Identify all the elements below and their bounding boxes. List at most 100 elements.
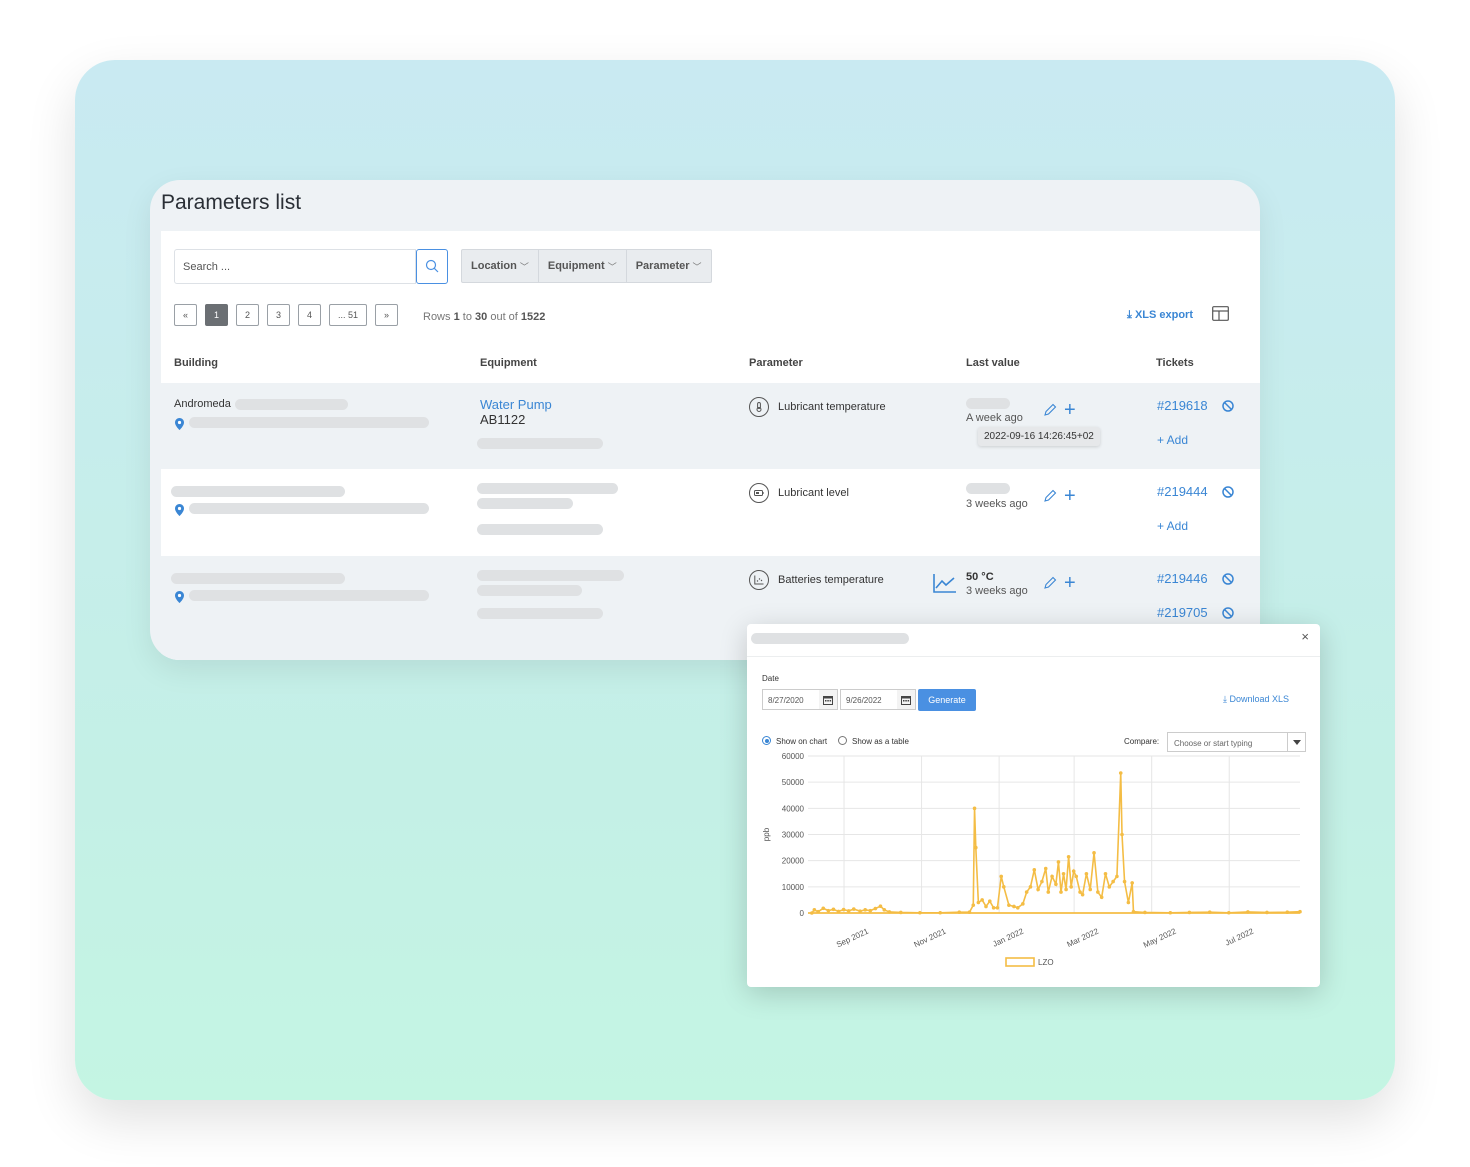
redacted-bar — [477, 483, 618, 494]
data-point — [1064, 887, 1068, 892]
page-button-3[interactable]: 3 — [267, 304, 290, 326]
page-prev-button[interactable]: « — [174, 304, 197, 326]
data-point — [1115, 874, 1119, 879]
redacted-bar — [189, 590, 429, 601]
ticket-link[interactable]: #219618 — [1157, 398, 1208, 413]
data-point — [1069, 885, 1073, 889]
filter-location[interactable]: Location ﹀ — [462, 250, 539, 282]
data-point — [984, 904, 988, 909]
date-from-input[interactable]: 8/27/2020 — [762, 689, 820, 710]
pencil-icon[interactable] — [1043, 576, 1057, 590]
data-point — [831, 907, 836, 912]
pencil-icon[interactable] — [1043, 403, 1057, 417]
data-point — [1059, 890, 1063, 894]
data-point — [1096, 890, 1100, 894]
plus-icon[interactable]: + — [1064, 486, 1076, 506]
ban-icon[interactable] — [1222, 400, 1234, 412]
data-point — [882, 908, 887, 912]
column-layout-icon[interactable] — [1212, 306, 1229, 321]
data-point — [1092, 851, 1096, 855]
data-point — [821, 906, 826, 911]
ban-icon[interactable] — [1222, 573, 1234, 585]
search-input[interactable]: Search ... — [174, 249, 416, 284]
page-button-2[interactable]: 2 — [236, 304, 259, 326]
date-to-input[interactable]: 9/26/2022 — [840, 689, 898, 710]
last-value-time: 3 weeks ago — [966, 498, 1028, 510]
redacted-bar — [477, 608, 603, 619]
last-value-time: A week ago — [966, 412, 1023, 424]
data-point — [1043, 866, 1048, 871]
redacted-bar — [477, 438, 603, 449]
data-point — [1046, 890, 1051, 894]
chevron-down-icon: ﹀ — [519, 261, 529, 272]
lzo-line-chart: 0 10000 20000 30000 40000 50000 60000 Sep 2021 N… — [762, 752, 1302, 967]
redacted-modal-title — [751, 633, 909, 644]
last-value-time: 3 weeks ago — [966, 585, 1028, 597]
data-point — [1012, 904, 1016, 909]
ban-icon[interactable] — [1222, 486, 1234, 498]
data-point — [1056, 860, 1061, 864]
building-name: Andromeda — [174, 398, 231, 410]
parameter-name: Batteries temperature — [778, 574, 884, 586]
chart-grid-icon — [754, 575, 764, 585]
close-button[interactable]: × — [1301, 629, 1309, 644]
ticket-link[interactable]: #219705 — [1157, 605, 1208, 620]
chevron-down-icon: ﹀ — [692, 261, 702, 272]
show-as-table-radio[interactable] — [838, 736, 847, 745]
search-icon — [425, 259, 439, 273]
search-button[interactable] — [416, 249, 448, 284]
trend-chart-icon[interactable] — [933, 573, 957, 593]
location-pin-icon — [175, 591, 184, 603]
page-button-last[interactable]: ... 51 — [329, 304, 367, 326]
modal-header-divider — [747, 656, 1320, 657]
data-point — [1040, 879, 1044, 884]
rows-from: 1 — [453, 311, 460, 323]
table-row[interactable]: Andromeda Water Pump AB1122 Lubricant te… — [161, 383, 1260, 469]
y-tick-label: 40000 — [782, 804, 805, 813]
data-point — [826, 908, 831, 913]
add-ticket-link[interactable]: + Add — [1157, 519, 1188, 533]
filter-parameter[interactable]: Parameter ﹀ — [627, 250, 711, 282]
plus-icon[interactable]: + — [1064, 573, 1076, 593]
page-button-4[interactable]: 4 — [298, 304, 321, 326]
redacted-bar — [171, 573, 345, 584]
show-on-chart-radio[interactable] — [762, 736, 771, 745]
pencil-icon[interactable] — [1043, 489, 1057, 503]
table-row[interactable]: Lubricant level 3 weeks ago + #219444 + … — [161, 469, 1260, 555]
add-ticket-link[interactable]: + Add — [1157, 433, 1188, 447]
equipment-link[interactable]: Water Pump — [480, 397, 552, 412]
plus-icon[interactable]: + — [1064, 400, 1076, 420]
parameters-card: Parameters list Search ... Location ﹀ Equ… — [150, 180, 1260, 660]
filter-group: Location ﹀ Equipment ﹀ Parameter ﹀ — [461, 249, 712, 283]
data-point — [972, 806, 977, 811]
date-from-picker-button[interactable] — [819, 689, 838, 710]
last-value: 50 °C — [966, 571, 994, 583]
x-tick-label: Mar 2022 — [1066, 926, 1101, 949]
y-tick-label: 20000 — [782, 857, 805, 866]
page-next-button[interactable]: » — [375, 304, 398, 326]
redacted-bar — [171, 486, 345, 497]
data-point — [1066, 854, 1071, 859]
data-point — [1028, 885, 1033, 889]
legend-label: LZO — [1038, 958, 1054, 967]
page-button-1[interactable]: 1 — [205, 304, 228, 326]
xls-export-link[interactable]: ⤓ XLS export — [1127, 309, 1193, 322]
rows-to-word: to — [462, 311, 472, 323]
page-title: Parameters list — [161, 191, 302, 214]
data-point — [1001, 885, 1006, 889]
data-point — [1071, 869, 1076, 873]
ban-icon[interactable] — [1222, 607, 1234, 619]
date-to-picker-button[interactable] — [897, 689, 916, 710]
filter-equipment[interactable]: Equipment ﹀ — [539, 250, 627, 282]
parameter-icon-wrap — [749, 483, 769, 503]
compare-placeholder: Choose or start typing — [1174, 739, 1253, 748]
data-point — [1036, 887, 1040, 892]
ticket-link[interactable]: #219446 — [1157, 571, 1208, 586]
download-xls-link[interactable]: ⤓ Download XLS — [1223, 694, 1289, 705]
data-point — [1084, 871, 1089, 876]
data-point — [1007, 903, 1011, 907]
ticket-link[interactable]: #219444 — [1157, 484, 1208, 499]
generate-button[interactable]: Generate — [918, 689, 976, 711]
header-tickets: Tickets — [1156, 357, 1194, 369]
data-point — [1103, 871, 1108, 876]
